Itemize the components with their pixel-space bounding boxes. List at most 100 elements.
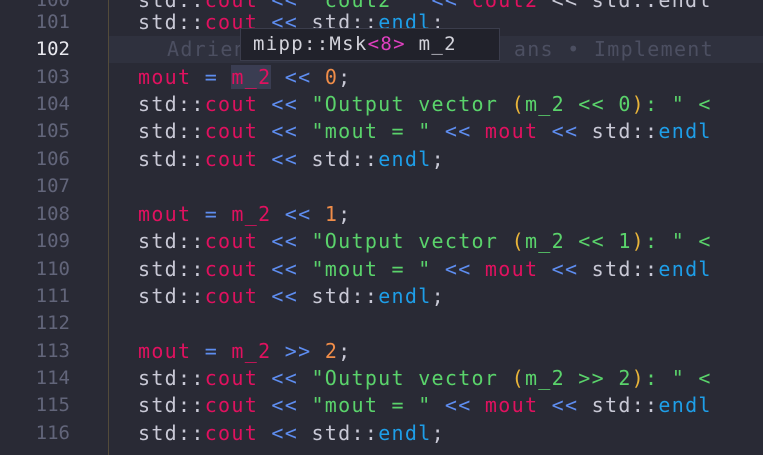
token: =: [191, 202, 232, 226]
token: 1: [324, 202, 339, 226]
line-number: 111: [35, 285, 70, 307]
line-number: 108: [35, 203, 70, 225]
hover-type-tooltip: mipp::Msk<8> m_2: [240, 28, 500, 61]
token: <<: [271, 202, 325, 226]
line-number: 116: [35, 422, 70, 444]
token: std::: [138, 366, 205, 390]
token: std::: [138, 147, 205, 171]
token: endl: [378, 421, 432, 445]
token: std::: [591, 119, 659, 143]
token: <<: [258, 257, 312, 281]
code-line-116[interactable]: std::cout << std::endl;: [109, 420, 763, 447]
line-number: 103: [35, 66, 70, 88]
code-line-110[interactable]: std::cout << "mout = " << mout << std::e…: [109, 256, 763, 283]
token: endl: [658, 393, 712, 417]
token: endl: [658, 257, 712, 281]
line-number-gutter: 100 101 102 103 104 105 106 107 108 109 …: [0, 0, 109, 455]
token: >>: [271, 339, 325, 363]
line-number: 107: [35, 175, 70, 197]
token: <<: [431, 119, 485, 143]
token: =: [191, 339, 232, 363]
token: "Output vector: [311, 92, 512, 116]
token: mout: [138, 202, 192, 226]
code-line-111[interactable]: std::cout << std::endl;: [109, 283, 763, 310]
token: std::: [138, 119, 205, 143]
token: <<: [258, 229, 312, 253]
token: ): [631, 366, 646, 390]
code-line-103[interactable]: mout = m_2 << 0;: [109, 64, 763, 91]
line-number: 109: [35, 230, 70, 252]
token: : " <: [645, 229, 712, 253]
token: std::: [591, 257, 659, 281]
line-number: 115: [35, 394, 70, 416]
token: "mout = ": [311, 257, 432, 281]
token: "mout = ": [311, 119, 432, 143]
token: ): [631, 92, 646, 116]
token: cout: [204, 393, 259, 417]
token: ;: [338, 202, 352, 226]
code-line-109[interactable]: std::cout << "Output vector (m_2 << 1): …: [109, 228, 763, 255]
token: <<: [258, 92, 312, 116]
token: ;: [338, 65, 352, 89]
token: ;: [431, 147, 445, 171]
token: std::: [138, 393, 205, 417]
token: std::: [138, 257, 205, 281]
line-number-active: 102: [35, 38, 70, 60]
token: cout: [204, 284, 259, 308]
token: <<: [258, 119, 312, 143]
code-line-114[interactable]: std::cout << "Output vector (m_2 >> 2): …: [109, 365, 763, 392]
token: cout: [204, 92, 259, 116]
token: <<: [538, 257, 592, 281]
token: cout: [204, 147, 259, 171]
tooltip-type-name: mipp::Msk: [253, 33, 368, 55]
code-line-115[interactable]: std::cout << "mout = " << mout << std::e…: [109, 392, 763, 419]
hovered-token[interactable]: m_2: [231, 65, 272, 89]
token: mout: [484, 257, 539, 281]
line-number: 104: [35, 93, 70, 115]
token: cout: [204, 229, 259, 253]
token: ;: [338, 339, 352, 363]
tooltip-identifier: m_2: [405, 33, 457, 55]
token: std::: [311, 421, 379, 445]
token: (: [511, 92, 525, 116]
token: ;: [431, 284, 445, 308]
line-number: 105: [35, 120, 70, 142]
token: std::: [138, 92, 205, 116]
token: std::: [311, 284, 379, 308]
token: std::: [311, 147, 379, 171]
token: <<: [271, 65, 325, 89]
code-line-106[interactable]: std::cout << std::endl;: [109, 146, 763, 173]
token: mout: [138, 65, 192, 89]
code-line-113[interactable]: mout = m_2 >> 2;: [109, 338, 763, 365]
code-line-105[interactable]: std::cout << "mout = " << mout << std::e…: [109, 118, 763, 145]
code-area[interactable]: std::cout << "cout2 " << cout2 << std::e…: [109, 0, 763, 455]
token: mout: [138, 339, 192, 363]
token: : " <: [645, 366, 712, 390]
tooltip-template-arg: <8>: [367, 33, 406, 55]
token: <<: [258, 147, 312, 171]
token: m_2 << 1: [524, 229, 632, 253]
token: std::: [591, 393, 659, 417]
token: (: [511, 229, 525, 253]
token: endl: [378, 147, 432, 171]
line-number: 106: [35, 148, 70, 170]
code-editor[interactable]: 100 101 102 103 104 105 106 107 108 109 …: [0, 0, 763, 455]
token: ;: [431, 421, 445, 445]
code-line-104[interactable]: std::cout << "Output vector (m_2 << 0): …: [109, 91, 763, 118]
token: <<: [538, 119, 592, 143]
line-number: 114: [35, 367, 70, 389]
line-number: 112: [35, 312, 70, 334]
token: std::: [138, 421, 205, 445]
token: m_2: [231, 339, 272, 363]
token: std::: [138, 284, 205, 308]
token: m_2 << 0: [524, 92, 632, 116]
token: ): [631, 229, 646, 253]
token: mout: [484, 393, 539, 417]
line-number: 101: [35, 11, 70, 33]
token: <<: [258, 366, 312, 390]
token: m_2: [231, 202, 272, 226]
token: endl: [658, 119, 712, 143]
token: : " <: [645, 92, 712, 116]
code-line-108[interactable]: mout = m_2 << 1;: [109, 201, 763, 228]
token: "Output vector: [311, 366, 512, 390]
